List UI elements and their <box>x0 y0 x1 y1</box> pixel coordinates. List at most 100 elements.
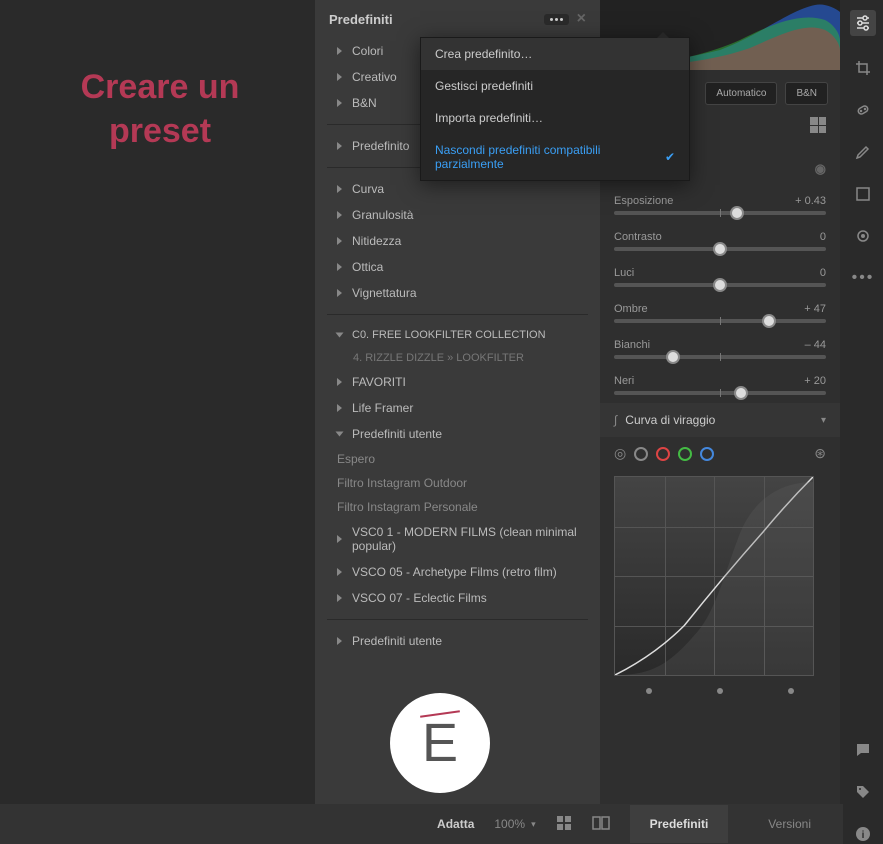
grid-icon[interactable] <box>810 117 826 133</box>
info-icon[interactable]: i <box>853 824 873 844</box>
edit-sliders-icon[interactable] <box>850 10 876 36</box>
chevron-right-icon <box>337 535 342 543</box>
preset-label: Colori <box>352 44 383 58</box>
slider-track[interactable] <box>614 319 826 323</box>
preset-group[interactable]: Nitidezza <box>315 228 600 254</box>
chevron-right-icon <box>337 637 342 645</box>
fit-label[interactable]: Adatta <box>437 817 474 831</box>
menu-hide-label: Nascondi predefiniti compatibili parzial… <box>435 143 665 171</box>
more-options-button[interactable] <box>544 14 569 25</box>
compare-icon[interactable] <box>592 815 610 834</box>
curve-point[interactable] <box>788 688 794 694</box>
preset-label: Life Framer <box>352 401 413 415</box>
preset-item[interactable]: Filtro Instagram Personale <box>315 495 600 519</box>
chevron-right-icon <box>337 185 342 193</box>
menu-create-preset[interactable]: Crea predefinito… <box>421 38 689 70</box>
chevron-down-icon <box>336 432 344 437</box>
zoom-value[interactable]: 100% <box>494 817 525 831</box>
slider-name: Luci <box>614 267 634 279</box>
menu-manage-presets[interactable]: Gestisci predefiniti <box>421 70 689 102</box>
crop-icon[interactable] <box>853 58 873 78</box>
chevron-right-icon <box>337 73 342 81</box>
channel-row: ◎ ⊛ <box>600 437 840 470</box>
tone-curve-label: Curva di viraggio <box>625 413 715 427</box>
menu-hide-partial[interactable]: Nascondi predefiniti compatibili parzial… <box>421 134 689 180</box>
slider-track[interactable] <box>614 391 826 395</box>
slider-ombre[interactable]: Ombre+ 47 <box>600 295 840 331</box>
chevron-right-icon <box>337 47 342 55</box>
tab-presets[interactable]: Predefiniti <box>630 805 729 843</box>
radial-gradient-icon[interactable] <box>853 226 873 246</box>
tab-versions[interactable]: Versioni <box>748 805 831 843</box>
close-icon[interactable]: × <box>577 10 586 28</box>
chevron-down-icon[interactable]: ▾ <box>531 819 536 830</box>
slider-knob[interactable] <box>666 350 680 364</box>
slider-knob[interactable] <box>713 278 727 292</box>
slider-name: Ombre <box>614 303 648 315</box>
slider-track[interactable] <box>614 355 826 359</box>
separator <box>327 314 588 315</box>
channel-selector[interactable] <box>634 447 648 461</box>
curve-point[interactable] <box>717 688 723 694</box>
slider-esposizione[interactable]: Esposizione+ 0.43 <box>600 187 840 223</box>
slider-neri[interactable]: Neri+ 20 <box>600 367 840 403</box>
reset-icon[interactable]: ⊛ <box>814 445 826 462</box>
slider-knob[interactable] <box>713 242 727 256</box>
preset-item[interactable]: Filtro Instagram Outdoor <box>315 471 600 495</box>
slider-track[interactable] <box>614 211 826 215</box>
preset-group[interactable]: VSC0 1 - MODERN FILMS (clean minimal pop… <box>315 519 600 559</box>
preset-group[interactable]: Vignettatura <box>315 280 600 306</box>
preset-group[interactable]: Life Framer <box>315 395 600 421</box>
curve-point[interactable] <box>646 688 652 694</box>
curve-region-markers[interactable] <box>600 682 840 700</box>
eye-icon[interactable]: ◉ <box>815 161 826 177</box>
chevron-right-icon <box>337 237 342 245</box>
slider-track[interactable] <box>614 283 826 287</box>
brush-icon[interactable] <box>853 142 873 162</box>
tag-icon[interactable] <box>853 782 873 802</box>
preset-label: Creativo <box>352 70 397 84</box>
preset-label: B&N <box>352 96 377 110</box>
healing-icon[interactable] <box>853 100 873 120</box>
channel-selector[interactable] <box>656 447 670 461</box>
preset-group-user-bottom[interactable]: Predefiniti utente <box>315 628 600 654</box>
preset-group[interactable]: FAVORITI <box>315 369 600 395</box>
preset-group[interactable]: Ottica <box>315 254 600 280</box>
linear-gradient-icon[interactable] <box>853 184 873 204</box>
collection-header[interactable]: C0. FREE LOOKFILTER COLLECTION <box>315 323 600 347</box>
slider-bianchi[interactable]: Bianchi– 44 <box>600 331 840 367</box>
preset-group[interactable]: VSCO 07 - Eclectic Films <box>315 585 600 611</box>
parametric-icon[interactable]: ◎ <box>614 445 626 462</box>
more-icon[interactable]: ••• <box>853 268 873 288</box>
slider-knob[interactable] <box>762 314 776 328</box>
preset-label: Predefinito <box>352 139 409 153</box>
collection-label: C0. FREE LOOKFILTER COLLECTION <box>352 329 546 341</box>
auto-button[interactable]: Automatico <box>705 82 777 105</box>
slider-luci[interactable]: Luci0 <box>600 259 840 295</box>
slider-track[interactable] <box>614 247 826 251</box>
comment-icon[interactable] <box>853 740 873 760</box>
preset-group[interactable]: Predefiniti utente <box>315 421 600 447</box>
tone-curve-editor[interactable] <box>614 476 814 676</box>
menu-import-presets[interactable]: Importa predefiniti… <box>421 102 689 134</box>
overlay-title-line2: preset <box>30 109 290 153</box>
slider-value: – 44 <box>805 339 826 351</box>
preset-group[interactable]: Granulosità <box>315 202 600 228</box>
tone-curve-icon: ∫ <box>614 413 617 427</box>
channel-selector[interactable] <box>678 447 692 461</box>
preset-group[interactable]: VSCO 05 - Archetype Films (retro film) <box>315 559 600 585</box>
panel-header: Predefiniti × <box>315 0 600 38</box>
preset-label: VSCO 07 - Eclectic Films <box>352 591 487 605</box>
slider-contrasto[interactable]: Contrasto0 <box>600 223 840 259</box>
preset-label: Curva <box>352 182 384 196</box>
chevron-right-icon <box>337 99 342 107</box>
tone-curve-header[interactable]: ∫ Curva di viraggio ▾ <box>600 403 840 437</box>
bn-button[interactable]: B&N <box>785 82 828 105</box>
slider-knob[interactable] <box>734 386 748 400</box>
grid-view-icon[interactable] <box>556 815 572 834</box>
channel-selector[interactable] <box>700 447 714 461</box>
presets-popup-menu: Crea predefinito… Gestisci predefiniti I… <box>420 37 690 181</box>
slider-value: 0 <box>820 231 826 243</box>
preset-item[interactable]: Espero <box>315 447 600 471</box>
slider-knob[interactable] <box>730 206 744 220</box>
